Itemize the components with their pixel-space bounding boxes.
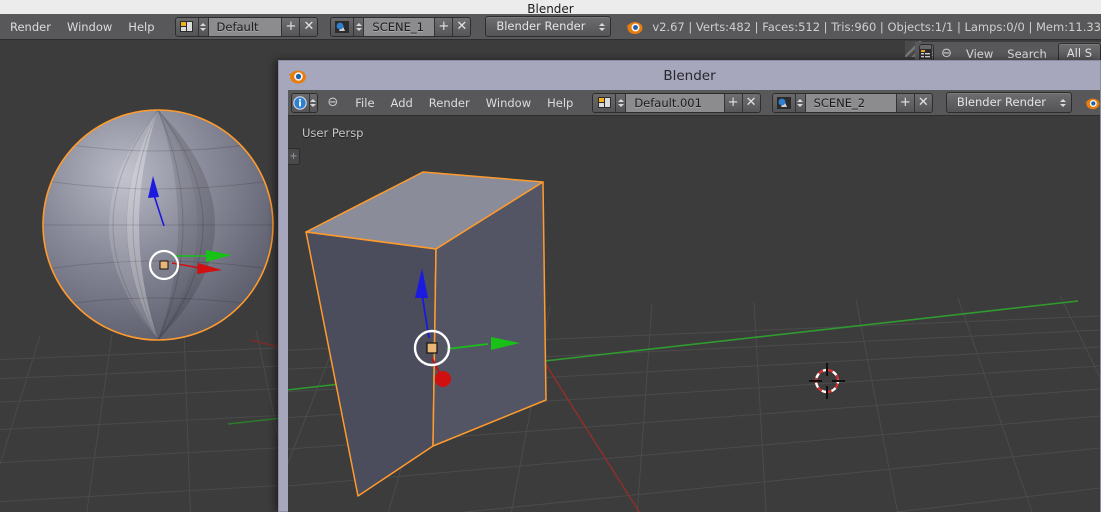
scene-icon (331, 17, 355, 36)
scene-selector-2[interactable]: SCENE_2 + ✕ (771, 92, 933, 113)
screen-layout-icon-2 (593, 93, 617, 112)
menu-file[interactable]: File (347, 92, 382, 114)
scene-icon-2 (772, 93, 796, 112)
viewport-view-label: User Persp (302, 126, 364, 140)
render-engine-dropdown-2[interactable]: Blender Render (945, 92, 1072, 113)
screen-layout-add-button[interactable]: + (281, 17, 300, 36)
menu-window[interactable]: Window (59, 16, 120, 38)
screen-layout-selector-1[interactable]: Default + ✕ (174, 16, 319, 37)
render-engine-arrows (597, 18, 606, 36)
menu-window-2[interactable]: Window (478, 92, 539, 114)
scene-value[interactable]: SCENE_1 (364, 17, 435, 36)
render-engine-arrows-2 (1058, 94, 1067, 112)
blender-logo-icon-2 (287, 67, 307, 85)
window2-titlebar[interactable]: Blender (279, 61, 1100, 90)
scene-delete-button-2[interactable]: ✕ (913, 93, 932, 112)
screen-layout-arrows-2[interactable] (616, 93, 627, 112)
screen-layout-icon (175, 17, 199, 36)
menu-help[interactable]: Help (120, 16, 162, 38)
info-editor-icon (292, 93, 310, 112)
screen-layout-selector-2[interactable]: Default.001 + ✕ (592, 92, 761, 113)
cube-object (305, 171, 547, 497)
editor-type-arrows[interactable] (309, 93, 318, 112)
screen-layout-delete-button[interactable]: ✕ (299, 17, 318, 36)
scene-add-button[interactable]: + (434, 17, 453, 36)
status-stats: v2.67 | Verts:482 | Faces:512 | Tris:960… (652, 19, 1101, 34)
sphere-object (42, 109, 274, 341)
window2-viewport-3d[interactable]: User Persp + (288, 116, 1100, 512)
scene-value-2[interactable]: SCENE_2 (805, 93, 896, 112)
scene-arrows[interactable] (354, 17, 365, 36)
toolbar-expand-button[interactable]: + (288, 148, 300, 165)
window-blender-2: Blender User Persp + ⊖ File Add Render W… (278, 60, 1101, 512)
header-collapse-icon[interactable]: ⊖ (327, 95, 338, 110)
scene-arrows-2[interactable] (795, 93, 806, 112)
render-engine-value: Blender Render (496, 19, 586, 33)
cursor-3d-icon (809, 363, 845, 399)
menu-add[interactable]: Add (383, 92, 421, 114)
screen-layout-arrows[interactable] (198, 17, 209, 36)
menu-render[interactable]: Render (2, 16, 59, 38)
window1-titlebar[interactable]: Blender (0, 0, 1101, 16)
scene-selector-1[interactable]: SCENE_1 + ✕ (330, 16, 472, 37)
window2-title: Blender (663, 67, 716, 84)
scene-add-button-2[interactable]: + (895, 93, 914, 112)
screen-layout-value-2[interactable]: Default.001 (626, 93, 724, 112)
screen-layout-delete-button-2[interactable]: ✕ (741, 93, 760, 112)
screen-layout-add-button-2[interactable]: + (723, 93, 742, 112)
menu-render-2[interactable]: Render (421, 92, 478, 114)
blender-logo-icon-1 (625, 19, 643, 35)
render-engine-value-2: Blender Render (956, 95, 1046, 109)
menu-help-2[interactable]: Help (539, 92, 581, 114)
window1-header: Render Window Help Default + ✕ SCENE_1 +… (0, 14, 1101, 40)
outliner-collapse-icon[interactable]: ⊖ (941, 46, 952, 61)
editor-type-selector-info[interactable] (291, 92, 319, 113)
screen-layout-value[interactable]: Default (208, 17, 282, 36)
render-engine-dropdown-1[interactable]: Blender Render (485, 16, 612, 37)
scene-delete-button[interactable]: ✕ (452, 17, 471, 36)
blender-logo-icon-3 (1084, 96, 1100, 110)
window2-header: ⊖ File Add Render Window Help Default.00… (288, 90, 1100, 116)
